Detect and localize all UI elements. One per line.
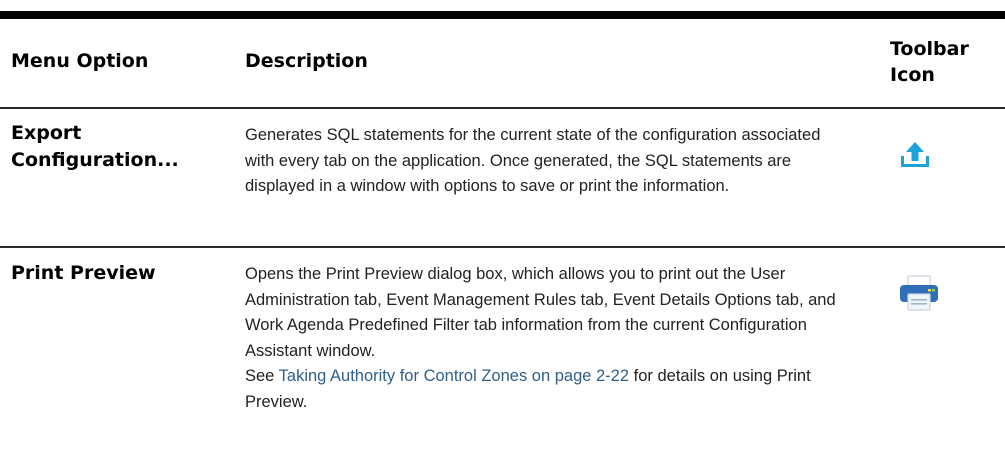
see-prefix: See: [245, 367, 275, 385]
row-divider: [0, 246, 1005, 248]
cross-reference-link[interactable]: Taking Authority for Control Zones on pa…: [279, 367, 629, 385]
description-print-preview: Opens the Print Preview dialog box, whic…: [245, 262, 845, 415]
export-upload-icon: [898, 140, 932, 172]
menu-option-export-configuration: Export Configuration...: [11, 122, 179, 171]
description-text: Generates SQL statements for the current…: [245, 126, 821, 195]
column-header-toolbar-icon: Toolbar Icon: [890, 38, 969, 86]
column-header-menu-option: Menu Option: [11, 50, 149, 72]
menu-option-print-preview: Print Preview: [11, 262, 156, 284]
description-see-also: See Taking Authority for Control Zones o…: [245, 364, 845, 415]
printer-icon: [898, 274, 940, 312]
description-export-configuration: Generates SQL statements for the current…: [245, 123, 845, 200]
column-header-description: Description: [245, 50, 368, 72]
table-top-rule: [0, 11, 1005, 19]
description-text: Opens the Print Preview dialog box, whic…: [245, 265, 836, 360]
row-divider: [0, 107, 1005, 109]
